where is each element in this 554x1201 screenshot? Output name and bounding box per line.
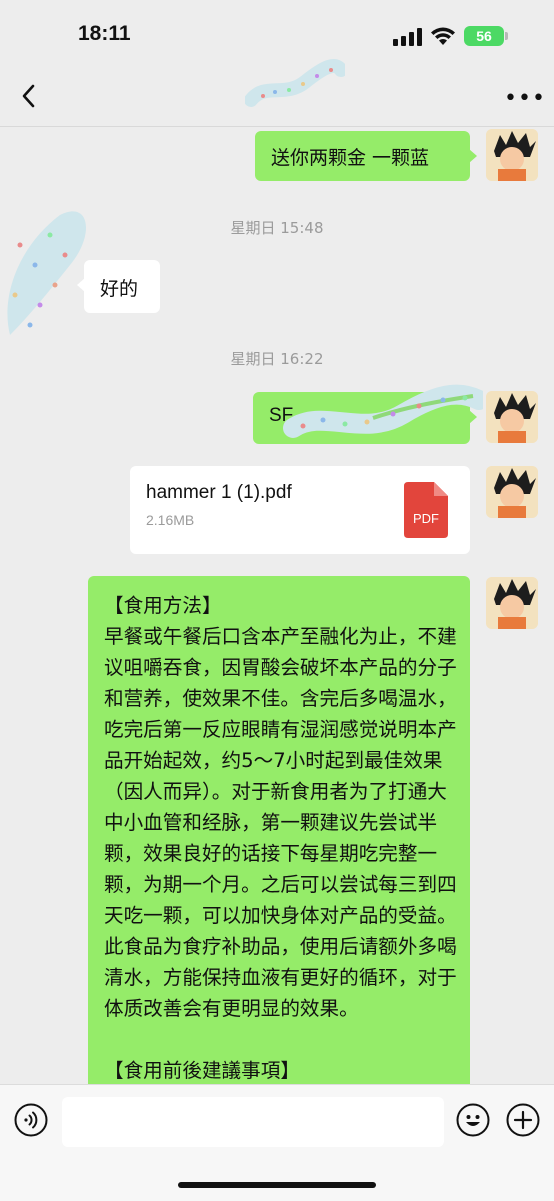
add-icon[interactable]	[506, 1103, 540, 1137]
bubble-tail	[77, 278, 85, 292]
battery-level: 56	[464, 26, 504, 46]
avatar[interactable]	[486, 129, 538, 181]
bubble-tail	[469, 410, 477, 424]
file-name: hammer 1 (1).pdf	[146, 482, 292, 503]
more-button[interactable]: •••	[504, 86, 546, 111]
message-text: 送你两颗金 一颗蓝	[271, 147, 430, 169]
battery-tip	[505, 32, 508, 40]
avatar-image	[486, 391, 538, 443]
home-indicator	[178, 1182, 376, 1188]
message-text: 好的	[100, 278, 139, 300]
bubble-tail	[469, 149, 477, 163]
message-bubble-sent-long[interactable]: 【食用方法】 早餐或午餐后口含本产至融化为止，不建议咀嚼吞食，因胃酸会破坏本产品…	[88, 576, 470, 1096]
message-input[interactable]	[62, 1097, 444, 1147]
message-bubble-received[interactable]: 好的	[77, 260, 160, 313]
avatar[interactable]	[486, 577, 538, 629]
cellular-signal-icon	[393, 28, 422, 46]
avatar-image	[486, 129, 538, 181]
redacted-avatar-scribble	[7, 211, 87, 335]
redaction-scribble	[283, 384, 483, 438]
chevron-left-icon[interactable]	[16, 82, 44, 110]
chat-header: •••	[0, 59, 554, 127]
redacted-title-scribble	[245, 59, 345, 107]
message-bubble-sent-redacted[interactable]: SF	[253, 384, 483, 444]
status-time: 18:11	[78, 22, 131, 45]
timestamp: 星期日 16:22	[230, 350, 324, 368]
file-message[interactable]: hammer 1 (1).pdf 2.16MB PDF	[130, 466, 470, 554]
avatar-image	[486, 466, 538, 518]
emoji-icon[interactable]	[456, 1103, 490, 1137]
pdf-file-icon: PDF	[404, 482, 448, 538]
message-text: 【食用方法】 早餐或午餐后口含本产至融化为止，不建议咀嚼吞食，因胃酸会破坏本产品…	[104, 594, 457, 1082]
avatar[interactable]	[486, 391, 538, 443]
wifi-icon	[431, 27, 455, 45]
file-size: 2.16MB	[146, 512, 195, 528]
message-bubble-sent[interactable]: 送你两颗金 一颗蓝	[255, 131, 477, 181]
pdf-badge-text: PDF	[413, 511, 439, 526]
avatar[interactable]	[486, 466, 538, 518]
avatar-image	[486, 577, 538, 629]
voice-input-icon[interactable]	[14, 1103, 48, 1137]
